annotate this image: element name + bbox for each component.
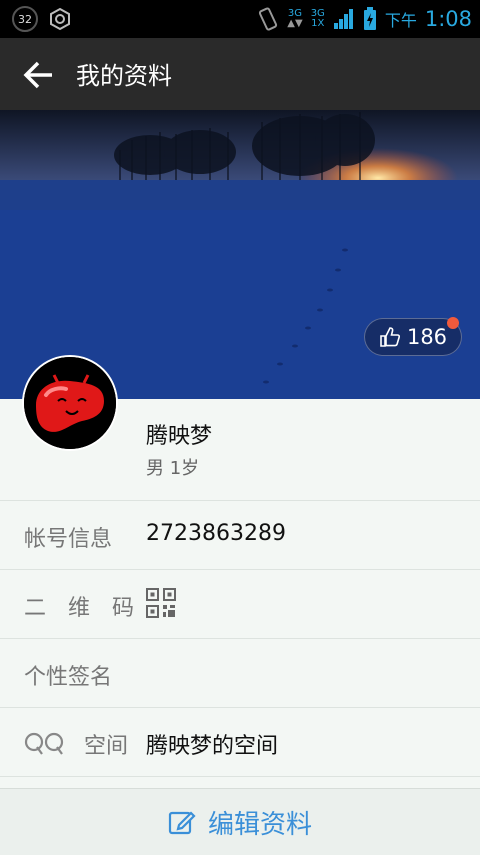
- qzone-value: 腾映梦的空间: [146, 734, 279, 759]
- qzone-icon: [24, 732, 64, 755]
- qr-code-icon: [146, 588, 176, 618]
- status-bar: 32 3G ▲▼ 3G 1X 下午 1:08: [0, 0, 480, 38]
- qr-code-label: 二 维 码: [24, 596, 135, 621]
- title-bar: 我的资料: [0, 38, 480, 110]
- clock-ampm: 下午: [384, 11, 417, 30]
- edit-profile-label: 编辑资料: [207, 809, 312, 840]
- vibrate-icon: [259, 7, 278, 31]
- edit-icon: [168, 811, 196, 835]
- network-3g-1x: 3G 1X: [311, 9, 325, 29]
- battery-charging-icon: [363, 7, 376, 30]
- qzone-row[interactable]: 空间 腾映梦的空间: [0, 707, 480, 776]
- data-arrows-icon: ▲▼: [287, 18, 303, 29]
- jelly-bean-avatar-image: [24, 357, 116, 449]
- back-arrow-icon[interactable]: [22, 58, 56, 92]
- account-number: 2723863289: [146, 521, 286, 546]
- signature-row[interactable]: 个性签名: [0, 638, 480, 707]
- network-3g: 3G ▲▼: [287, 9, 302, 29]
- status-right: 3G ▲▼ 3G 1X 下午 1:08: [257, 4, 472, 34]
- account-info-row[interactable]: 帐号信息 2723863289: [0, 500, 480, 569]
- edit-profile-button[interactable]: 编辑资料: [0, 788, 480, 855]
- clock-time: 1:08: [424, 7, 472, 31]
- account-info-label: 帐号信息: [24, 527, 113, 552]
- qr-code-row[interactable]: 二 维 码: [0, 569, 480, 638]
- settings-hex-icon: [50, 7, 70, 31]
- net-1x-label: 1X: [311, 18, 325, 29]
- signature-label: 个性签名: [24, 665, 113, 690]
- avatar[interactable]: [22, 355, 118, 451]
- notification-badge: 32: [12, 6, 38, 32]
- thumbs-up-icon: [380, 327, 400, 347]
- status-left: 32: [12, 6, 72, 32]
- profile-name: 腾映梦: [146, 424, 213, 449]
- qzone-label: 空间: [84, 734, 129, 759]
- like-count: 186: [406, 325, 448, 349]
- new-like-dot: [447, 317, 459, 329]
- like-button[interactable]: 186: [364, 317, 462, 356]
- page-title: 我的资料: [76, 62, 172, 90]
- profile-gender-age: 男 1岁: [146, 458, 200, 479]
- signal-icon: [333, 9, 353, 29]
